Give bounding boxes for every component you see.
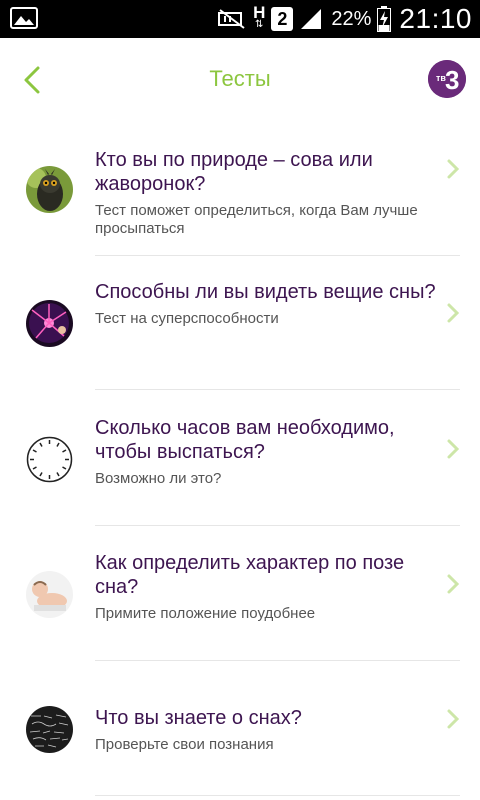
clock: 21:10 (399, 3, 472, 34)
test-subtitle: Примите положение поудобнее (95, 605, 316, 622)
status-bar: H ⇅ 2 22% 21:10 (0, 0, 480, 38)
test-title: Кто вы по природе – сова или жаворонок? (95, 149, 373, 195)
test-subtitle: Тест на суперспособности (95, 310, 279, 327)
network-type-icon: H ⇅ (253, 3, 266, 30)
test-item-owl-or-lark[interactable]: Кто вы по природе – сова или жаворонок? … (0, 122, 480, 256)
divider (95, 795, 460, 796)
chevron-right-icon (447, 303, 460, 323)
test-title: Как определить характер по позе сна? (95, 552, 405, 598)
test-subtitle: Проверьте свои познания (95, 736, 274, 753)
test-item-dream-knowledge[interactable]: Что вы знаете о снах? Проверьте свои поз… (0, 662, 480, 796)
chevron-right-icon (447, 159, 460, 179)
svg-text:3: 3 (445, 65, 459, 95)
test-item-prophetic-dreams[interactable]: Способны ли вы видеть вещие сны? Тест на… (0, 256, 480, 390)
page-title: Тесты (209, 66, 271, 91)
tv3-logo: тв 3 (428, 60, 466, 98)
clock-icon (26, 436, 73, 483)
sim-icon: 2 (271, 7, 294, 31)
divider (95, 389, 460, 390)
divider (95, 660, 460, 661)
test-subtitle: Возможно ли это? (95, 470, 222, 487)
owl-icon (26, 166, 73, 213)
test-subtitle: Тест поможет определиться, когда Вам луч… (95, 202, 418, 237)
signal-icon (299, 7, 323, 31)
test-title: Способны ли вы видеть вещие сны? (95, 281, 436, 303)
battery-percent: 22% (331, 7, 372, 30)
divider (95, 525, 460, 526)
battery-icon (377, 6, 392, 32)
sleeping-baby-icon (26, 571, 73, 618)
app-header: Тесты тв 3 (0, 38, 480, 122)
test-title: Что вы знаете о снах? (95, 707, 302, 729)
gallery-icon (10, 7, 38, 29)
test-item-sleep-hours[interactable]: Сколько часов вам необходимо, чтобы высп… (0, 392, 480, 526)
test-title: Сколько часов вам необходимо, чтобы высп… (95, 417, 395, 463)
mute-icon (217, 7, 247, 31)
chevron-right-icon (447, 439, 460, 459)
plasma-ball-icon (26, 300, 73, 347)
chevron-right-icon (447, 709, 460, 729)
test-item-sleep-pose[interactable]: Как определить характер по позе сна? При… (0, 527, 480, 661)
chalkboard-icon (26, 706, 73, 753)
chevron-right-icon (447, 574, 460, 594)
